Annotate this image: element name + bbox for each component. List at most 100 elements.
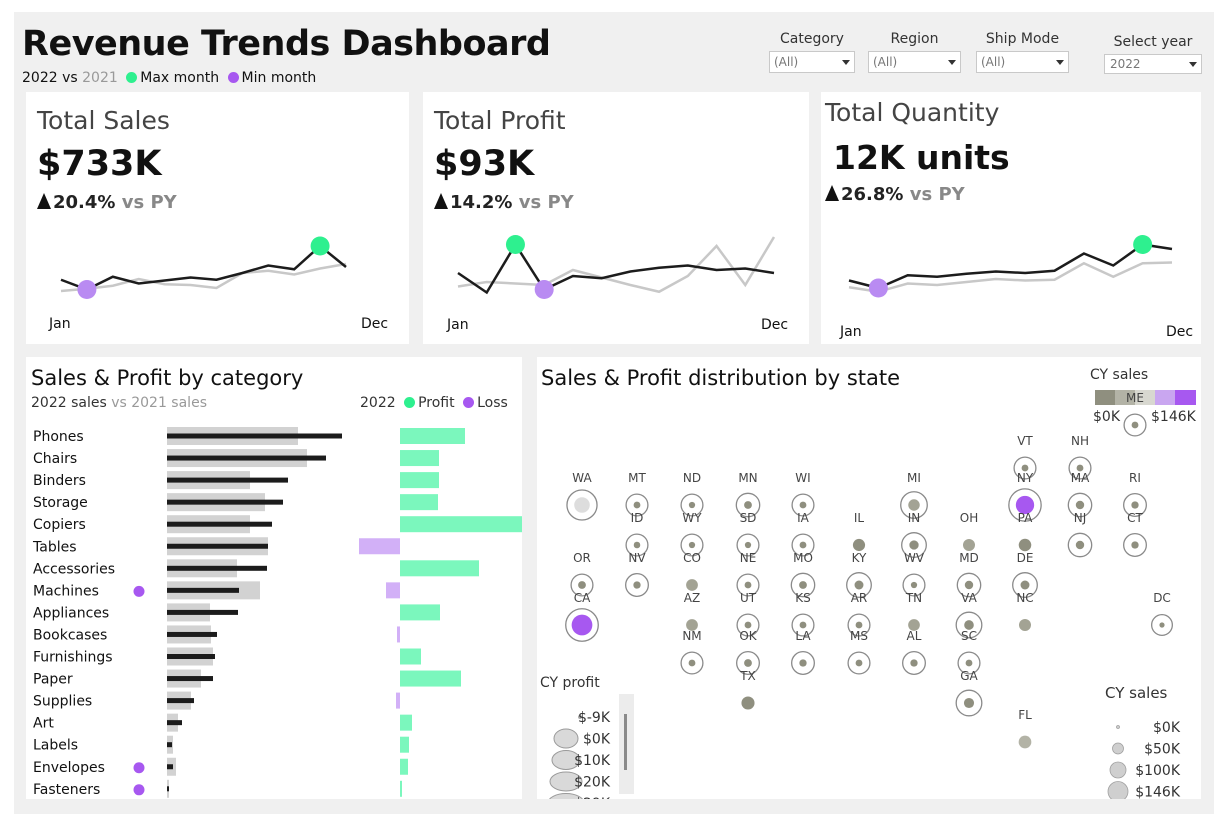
state-sales-dot[interactable] xyxy=(799,621,807,629)
category-label: Appliances xyxy=(33,605,109,621)
cy-sales-bar[interactable] xyxy=(167,499,283,505)
cy-sales-bar[interactable] xyxy=(167,455,326,461)
kpi-label: Total Quantity xyxy=(825,98,1000,127)
state-code-label: NY xyxy=(1017,471,1034,485)
profit-bar[interactable] xyxy=(400,472,439,489)
max-month-marker[interactable] xyxy=(310,236,330,256)
max-month-marker[interactable] xyxy=(1133,235,1153,254)
state-sales-dot[interactable] xyxy=(1159,622,1165,628)
state-sales-dot[interactable] xyxy=(1131,541,1139,549)
state-sales-dot[interactable] xyxy=(908,499,920,511)
state-sales-dot[interactable] xyxy=(1075,500,1085,510)
state-sales-dot[interactable] xyxy=(744,621,752,629)
dashboard-canvas: Revenue Trends Dashboard 2022 vs 2021 Ma… xyxy=(14,12,1214,814)
profit-bar[interactable] xyxy=(400,736,409,753)
cy-sales-bar[interactable] xyxy=(167,720,182,726)
state-sales-dot[interactable] xyxy=(1018,735,1032,749)
max-month-marker[interactable] xyxy=(505,235,525,254)
state-sales-dot[interactable] xyxy=(744,659,752,667)
cy-sales-bar[interactable] xyxy=(167,764,173,770)
profit-legend-title: CY profit xyxy=(540,675,600,691)
state-sales-dot[interactable] xyxy=(799,501,807,509)
legend-scrollbar[interactable] xyxy=(619,694,634,794)
cy-sales-bar[interactable] xyxy=(167,587,239,593)
profit-bar[interactable] xyxy=(400,560,479,577)
state-sales-dot[interactable] xyxy=(855,659,863,667)
state-sales-dot[interactable] xyxy=(1131,501,1139,509)
state-sales-dot[interactable] xyxy=(741,696,755,710)
state-sales-dot[interactable] xyxy=(574,497,590,513)
state-sales-dot[interactable] xyxy=(852,538,866,552)
loss-bar[interactable] xyxy=(396,692,400,709)
state-sales-dot[interactable] xyxy=(633,541,641,549)
profit-bar[interactable] xyxy=(400,648,421,665)
profit-bar[interactable] xyxy=(400,516,522,533)
profit-bar[interactable] xyxy=(400,428,465,444)
state-sales-dot[interactable] xyxy=(688,659,696,667)
scrollbar-thumb[interactable] xyxy=(624,714,627,770)
year-select[interactable]: 2022 xyxy=(1104,54,1202,74)
cy-sales-bar[interactable] xyxy=(167,565,267,571)
cy-sales-bar[interactable] xyxy=(167,786,169,792)
state-sales-dot[interactable] xyxy=(1019,619,1031,631)
kpi-value: $93K xyxy=(434,144,535,184)
state-sales-dot[interactable] xyxy=(963,697,975,709)
sales-size-legend-mark xyxy=(1112,742,1124,755)
cy-sales-bar[interactable] xyxy=(167,676,213,682)
state-sales-dot[interactable] xyxy=(744,501,752,509)
state-sales-dot[interactable] xyxy=(799,581,807,589)
state-sales-dot[interactable] xyxy=(909,540,919,550)
state-sales-dot[interactable] xyxy=(688,541,696,549)
ship-mode-select[interactable]: (All) xyxy=(976,51,1069,73)
loss-bar[interactable] xyxy=(359,538,400,555)
state-sales-dot[interactable] xyxy=(633,581,641,589)
state-sales-dot[interactable] xyxy=(910,581,918,589)
state-sales-dot[interactable] xyxy=(1020,580,1030,590)
cy-sales-bar[interactable] xyxy=(167,609,238,615)
cy-sales-bar[interactable] xyxy=(167,521,272,527)
min-month-marker[interactable] xyxy=(77,280,97,299)
state-sales-dot[interactable] xyxy=(633,501,641,509)
state-sales-dot[interactable] xyxy=(688,501,696,509)
state-code-label: OK xyxy=(739,629,757,643)
category-label: Binders xyxy=(33,473,86,489)
cy-sales-bar[interactable] xyxy=(167,631,217,637)
cy-sales-bar[interactable] xyxy=(167,698,194,704)
state-sales-dot[interactable] xyxy=(1075,540,1085,550)
profit-bar[interactable] xyxy=(400,450,439,467)
state-sales-dot[interactable] xyxy=(578,581,586,589)
state-sales-dot[interactable] xyxy=(799,659,807,667)
cy-sales-bar[interactable] xyxy=(167,543,268,549)
state-sales-dot[interactable] xyxy=(744,581,752,589)
state-sales-dot[interactable] xyxy=(686,579,698,591)
profit-bar[interactable] xyxy=(400,494,438,511)
state-sales-dot[interactable] xyxy=(1018,538,1032,552)
region-select[interactable]: (All) xyxy=(868,51,961,73)
state-sales-dot[interactable] xyxy=(744,541,752,549)
state-sales-dot[interactable] xyxy=(571,614,593,636)
kpi-label: Total Sales xyxy=(37,106,170,135)
state-sales-dot[interactable] xyxy=(963,539,975,551)
cy-sales-bar[interactable] xyxy=(167,654,215,659)
cy-sales-bar[interactable] xyxy=(167,433,342,439)
profit-size-legend-mark xyxy=(553,728,579,749)
cy-sales-bar[interactable] xyxy=(167,477,288,483)
profit-bar[interactable] xyxy=(400,670,461,687)
profit-bar[interactable] xyxy=(400,758,408,775)
state-sales-dot[interactable] xyxy=(799,541,807,549)
loss-bar[interactable] xyxy=(386,582,400,599)
loss-bar[interactable] xyxy=(397,626,400,643)
state-sales-dot[interactable] xyxy=(854,580,864,590)
profit-bar[interactable] xyxy=(400,604,440,621)
state-sales-dot[interactable] xyxy=(910,659,918,667)
state-sales-dot[interactable] xyxy=(1131,421,1139,429)
profit-bar[interactable] xyxy=(400,780,402,797)
category-select[interactable]: (All) xyxy=(769,51,855,73)
state-sales-dot[interactable] xyxy=(855,621,863,629)
min-month-marker[interactable] xyxy=(868,278,888,298)
min-month-marker[interactable] xyxy=(534,280,554,299)
state-sales-dot[interactable] xyxy=(965,659,973,667)
state-sales-dot[interactable] xyxy=(964,580,974,590)
profit-bar[interactable] xyxy=(400,714,412,731)
cy-sales-bar[interactable] xyxy=(167,742,172,748)
